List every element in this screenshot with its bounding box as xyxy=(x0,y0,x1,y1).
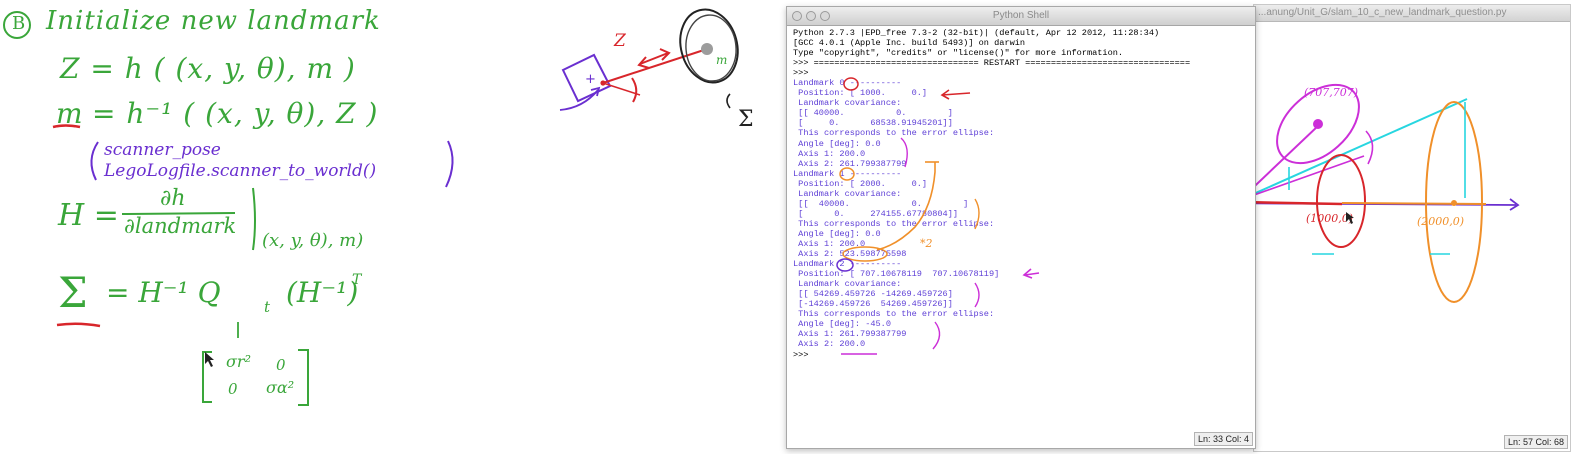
matrix-cell-sigma-alpha: σα² xyxy=(266,378,295,397)
console-line: Axis 2: 523.598775598 xyxy=(793,249,907,260)
editor-titlebar[interactable]: ...anung/Unit_G/slam_10_c_new_landmark_q… xyxy=(1254,5,1570,22)
page-title: Initialize new landmark xyxy=(46,6,381,36)
shell-status: Ln: 33 Col: 4 xyxy=(1193,432,1253,446)
matrix-bracket-right xyxy=(298,349,309,406)
console-line: Axis 1: 261.799387799 xyxy=(793,329,907,340)
sketch: + Z m Σ xyxy=(559,8,754,132)
console-line: Landmark covariance: xyxy=(793,98,902,109)
orange-ray xyxy=(1341,202,1487,205)
console-line: Axis 1: 200.0 xyxy=(793,238,866,249)
console-line: This corresponds to the error ellipse: xyxy=(793,309,995,320)
console-line: [ 0. 68538.91945201]] xyxy=(793,118,953,129)
equation-inverse: = h⁻¹ ( (x, y, θ), Z ) xyxy=(92,97,379,130)
editor-window[interactable]: ...anung/Unit_G/slam_10_c_new_landmark_q… xyxy=(1253,4,1571,452)
equation-sigma-symbol: Σ xyxy=(58,268,88,317)
landmark-1-point xyxy=(1451,200,1457,206)
console-line: Position: [ 1000. 0.] xyxy=(793,88,928,99)
note-scanner-to-world: LegoLogfile.scanner_to_world() xyxy=(104,161,377,181)
console-line: >>> xyxy=(793,349,814,360)
console-line: Position: [ 2000. 0.] xyxy=(793,178,928,189)
console-line: Axis 2: 200.0 xyxy=(793,339,866,350)
equation-forward: Z = h ( (x, y, θ), m ) xyxy=(60,52,356,85)
python-shell-window[interactable]: Python Shell Python 2.7.3 |EPD_free 7.3-… xyxy=(786,6,1256,449)
landmark-point xyxy=(701,43,713,55)
console-line: Angle [deg]: 0.0 xyxy=(793,138,881,149)
equation-transpose: T xyxy=(352,272,362,288)
console-line: >>> ================================ RES… xyxy=(793,58,1191,69)
step-marker: B xyxy=(12,13,26,34)
equation-h-subscript: (x, y, θ), m) xyxy=(262,230,364,251)
note-scanner-pose: scanner_pose xyxy=(104,140,221,160)
console-line: This corresponds to the error ellipse: xyxy=(793,128,995,139)
matrix-cell-zero-1: 0 xyxy=(276,356,286,374)
evaluation-bar xyxy=(252,187,256,251)
console-line: Angle [deg]: 0.0 xyxy=(793,228,881,239)
equation-h-denominator: ∂landmark xyxy=(124,214,237,238)
sketch-label-m: m xyxy=(716,53,727,67)
console-line: [-14269.459726 54269.459726]] xyxy=(793,299,953,310)
sigma-underline xyxy=(56,322,101,328)
equation-h-lhs: H = xyxy=(58,198,119,233)
sketch-label-z: Z xyxy=(613,31,627,51)
console-line: Axis 1: 200.0 xyxy=(793,148,866,159)
console-line: Landmark 0 ---------- xyxy=(793,78,902,89)
shell-title: Python Shell xyxy=(992,10,1050,21)
console-line: [[ 40000. 0. ] xyxy=(793,198,969,209)
landmark-2-point xyxy=(1313,119,1323,129)
console-line: [[ 54269.459726 -14269.459726] xyxy=(793,289,953,300)
console-line: Type "copyright", "credits" or "license(… xyxy=(793,48,1124,59)
label-point-707: (707,707) xyxy=(1304,86,1358,99)
matrix-cell-zero-2: 0 xyxy=(228,380,238,398)
console-line: [ 0. 274155.67780804]] xyxy=(793,208,959,219)
console-line: Python 2.7.3 |EPD_free 7.3-2 (32-bit)| (… xyxy=(793,28,1160,38)
editor-file-path: ...anung/Unit_G/slam_10_c_new_landmark_q… xyxy=(1258,7,1507,18)
sigma-paren-icon xyxy=(726,93,731,109)
console-line: Position: [ 707.10678119 707.10678119] xyxy=(793,269,1000,280)
landmark-0-ellipse xyxy=(1316,154,1366,248)
console-line: Landmark 2 ---------- xyxy=(793,259,902,270)
note-brace-right xyxy=(445,140,454,188)
shell-console[interactable]: Python 2.7.3 |EPD_free 7.3-2 (32-bit)| (… xyxy=(793,28,1251,432)
rotation-arrow xyxy=(1365,130,1374,165)
equation-q-subscript: t xyxy=(264,298,271,316)
matrix-cell-sigma-r: σr² xyxy=(226,352,251,371)
equation-m: m xyxy=(56,97,83,130)
console-line: Landmark covariance: xyxy=(793,188,902,199)
equation-h-numerator: ∂h xyxy=(160,186,186,211)
editor-sketch: (707,707) (1000,0) (2000,0) xyxy=(1254,83,1520,303)
red-ray xyxy=(1254,201,1343,206)
mouse-cursor-icon xyxy=(205,352,214,367)
console-line: Angle [deg]: -45.0 xyxy=(793,319,891,330)
console-line: This corresponds to the error ellipse: xyxy=(793,218,995,229)
console-line: >>> xyxy=(793,68,814,79)
console-line: Landmark 1 ---------- xyxy=(793,168,902,179)
console-line: [GCC 4.0.1 (Apple Inc. build 5493)] on d… xyxy=(793,38,1026,49)
editor-status: Ln: 57 Col: 68 xyxy=(1503,435,1568,449)
console-line: [[ 40000. 0. ] xyxy=(793,108,953,119)
bearing-arc xyxy=(631,77,638,103)
note-brace-left xyxy=(90,141,99,181)
equation-sigma-rhs: = H⁻¹ Q xyxy=(106,276,221,309)
shell-titlebar[interactable]: Python Shell xyxy=(787,7,1255,26)
sketch-label-sigma: Σ xyxy=(738,107,754,132)
label-point-2000: (2000,0) xyxy=(1417,215,1464,228)
equation-sigma-tail: (H⁻¹) xyxy=(286,276,359,309)
svg-text:+: + xyxy=(585,72,596,87)
console-line: Axis 2: 261.799387799 xyxy=(793,158,907,169)
console-line: Landmark covariance: xyxy=(793,279,902,290)
